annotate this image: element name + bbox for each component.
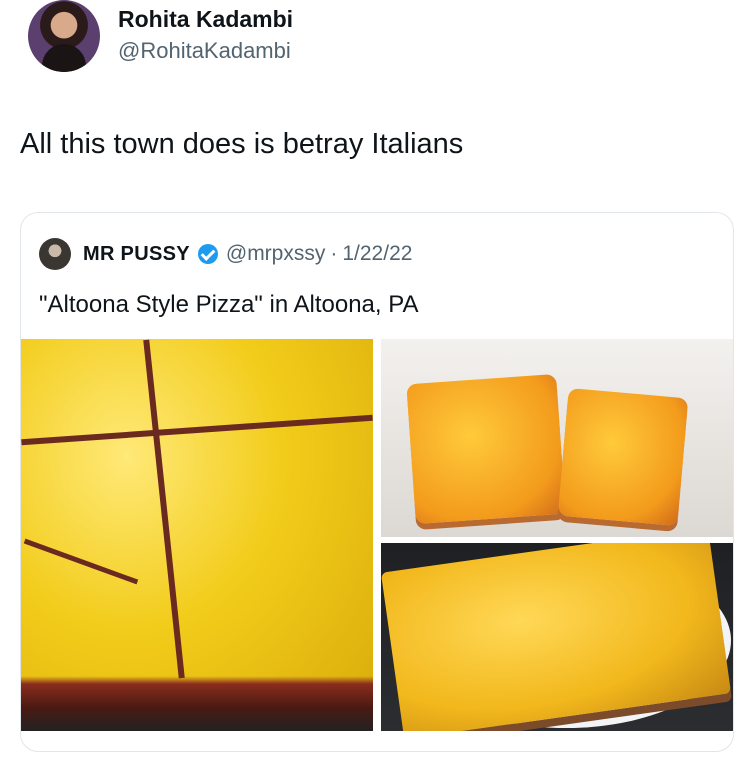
quoted-author-avatar[interactable]	[39, 238, 71, 270]
quoted-author-name[interactable]: MR PUSSY	[83, 243, 190, 266]
quoted-tweet-text: "Altoona Style Pizza" in Altoona, PA	[39, 291, 419, 318]
author-handle[interactable]: @RohitaKadambi	[118, 38, 291, 64]
quoted-tweet-date[interactable]: 1/22/22	[342, 242, 412, 266]
author-avatar[interactable]	[28, 0, 100, 72]
pizza-sheet-photo[interactable]	[21, 339, 373, 731]
author-name[interactable]: Rohita Kadambi	[118, 6, 293, 33]
tweet-header: Rohita Kadambi @RohitaKadambi	[20, 0, 720, 80]
verified-badge-icon	[197, 244, 218, 264]
separator-dot: ·	[330, 242, 338, 265]
quoted-tweet-header: MR PUSSY @mrpxssy · 1/22/22	[39, 237, 412, 271]
quoted-author-handle[interactable]: @mrpxssy	[226, 242, 325, 266]
quoted-tweet-card[interactable]: MR PUSSY @mrpxssy · 1/22/22 "Altoona Sty…	[20, 212, 734, 752]
tweet-text: All this town does is betray Italians	[20, 128, 464, 160]
pizza-plate-photo[interactable]	[381, 543, 733, 731]
pizza-boxed-slices-photo[interactable]	[381, 339, 733, 537]
